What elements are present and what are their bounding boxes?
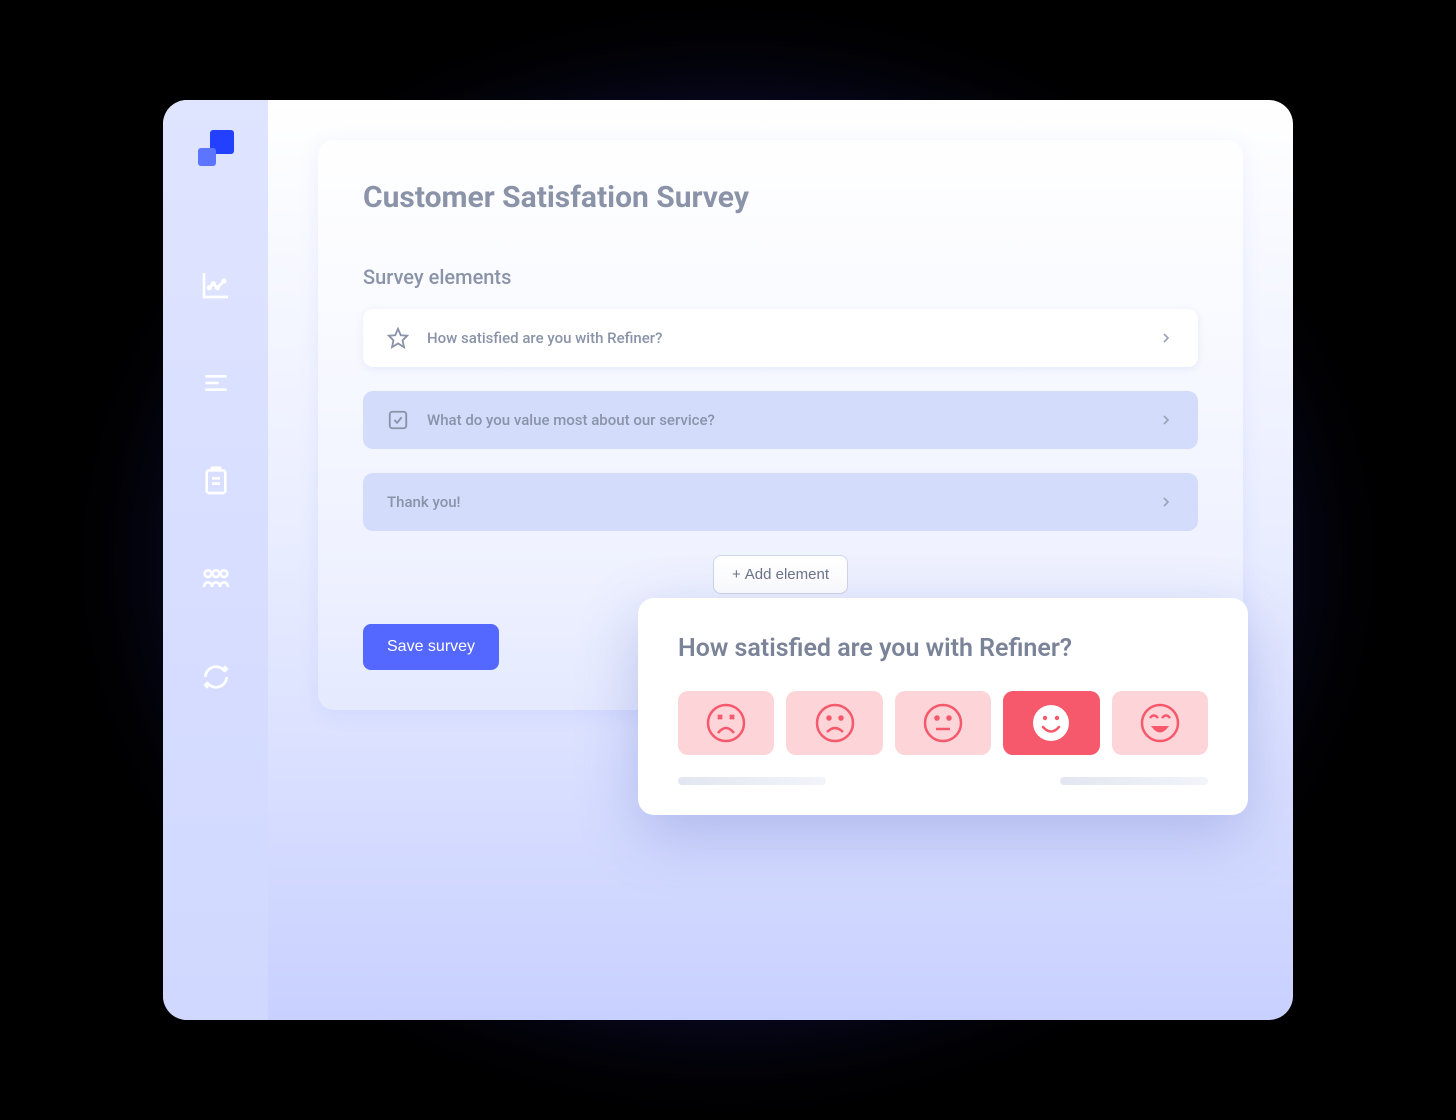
app-logo[interactable] bbox=[198, 130, 234, 166]
menu-icon[interactable] bbox=[197, 364, 235, 402]
sync-icon[interactable] bbox=[197, 658, 235, 696]
rating-row bbox=[678, 691, 1208, 755]
page-title: Customer Satisfation Survey bbox=[363, 180, 1198, 215]
clipboard-icon[interactable] bbox=[197, 462, 235, 500]
save-survey-label: Save survey bbox=[387, 638, 475, 655]
main-content: Customer Satisfation Survey Survey eleme… bbox=[268, 100, 1293, 1020]
element-label: Thank you! bbox=[387, 493, 1158, 511]
rating-very-unhappy[interactable] bbox=[678, 691, 774, 755]
star-icon bbox=[387, 327, 409, 349]
add-element-button[interactable]: + Add element bbox=[713, 555, 848, 594]
chevron-right-icon bbox=[1158, 494, 1174, 510]
save-survey-button[interactable]: Save survey bbox=[363, 624, 499, 670]
rating-unhappy[interactable] bbox=[786, 691, 882, 755]
survey-element-message[interactable]: Thank you! bbox=[363, 473, 1198, 531]
chevron-right-icon bbox=[1158, 330, 1174, 346]
app-window: Customer Satisfation Survey Survey eleme… bbox=[163, 100, 1293, 1020]
survey-element-rating[interactable]: How satisfied are you with Refiner? bbox=[363, 309, 1198, 367]
sidebar bbox=[163, 100, 268, 1020]
nav-back-placeholder[interactable] bbox=[678, 777, 826, 785]
section-title: Survey elements bbox=[363, 265, 1198, 289]
rating-very-happy[interactable] bbox=[1112, 691, 1208, 755]
survey-preview-card: How satisfied are you with Refiner? bbox=[638, 598, 1248, 815]
analytics-icon[interactable] bbox=[197, 266, 235, 304]
preview-footer bbox=[678, 777, 1208, 785]
add-element-label: Add element bbox=[745, 566, 829, 583]
element-label: How satisfied are you with Refiner? bbox=[427, 329, 1158, 347]
plus-icon: + bbox=[732, 566, 741, 583]
element-label: What do you value most about our service… bbox=[427, 411, 1158, 429]
checkbox-icon bbox=[387, 409, 409, 431]
chevron-right-icon bbox=[1158, 412, 1174, 428]
rating-neutral[interactable] bbox=[895, 691, 991, 755]
survey-element-choice[interactable]: What do you value most about our service… bbox=[363, 391, 1198, 449]
rating-happy[interactable] bbox=[1003, 691, 1099, 755]
preview-question: How satisfied are you with Refiner? bbox=[678, 634, 1208, 663]
team-icon[interactable] bbox=[197, 560, 235, 598]
nav-next-placeholder[interactable] bbox=[1060, 777, 1208, 785]
